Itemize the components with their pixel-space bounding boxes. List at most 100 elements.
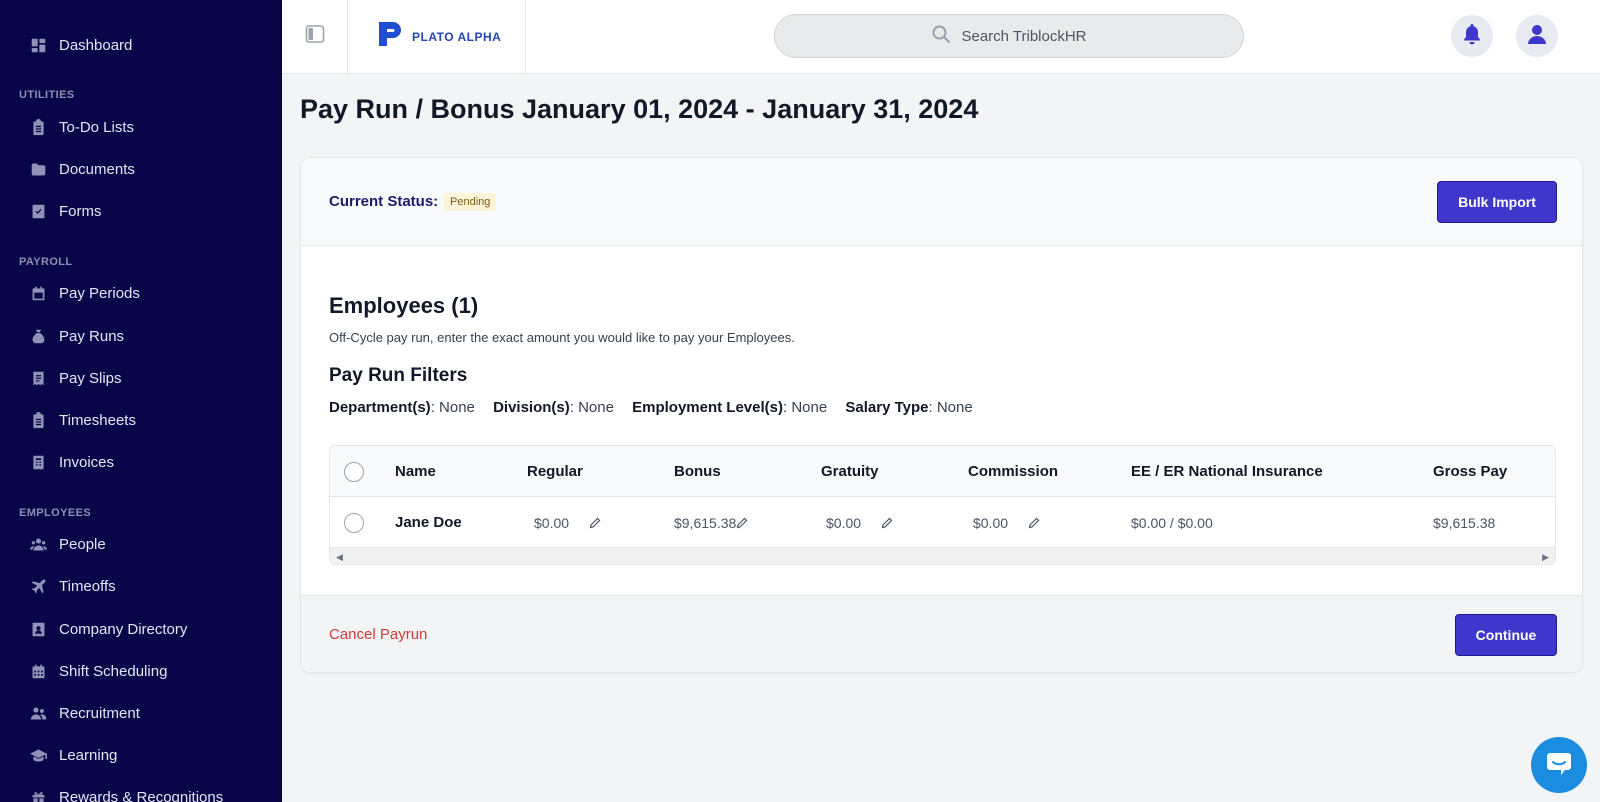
gift-icon	[28, 787, 48, 802]
people-icon	[28, 534, 48, 554]
bonus-cell: $9,615.38	[674, 497, 748, 548]
filters-title: Pay Run Filters	[329, 365, 468, 386]
section-heading-utilities: UTILITIES	[19, 89, 75, 101]
contact-book-icon	[28, 619, 48, 639]
invoice-icon	[28, 452, 48, 472]
sidebar-item-recruitment[interactable]: Recruitment	[0, 696, 282, 730]
employees-title: Employees (1)	[329, 293, 479, 318]
column-header-name: Name	[395, 463, 436, 480]
calendar-icon	[28, 283, 48, 303]
user-icon	[1526, 23, 1548, 50]
column-header-bonus: Bonus	[674, 463, 721, 480]
dashboard-icon	[28, 35, 48, 55]
edit-gratuity-icon[interactable]	[881, 517, 893, 529]
filter-division: Division(s): None	[493, 399, 614, 416]
sidebar-item-label: People	[59, 535, 106, 553]
row-select-checkbox[interactable]	[344, 497, 364, 548]
card-footer: Cancel Payrun Continue	[301, 595, 1582, 672]
employee-name: Jane Doe	[395, 514, 462, 531]
sidebar: Dashboard UTILITIES To-Do Lists Document…	[0, 0, 282, 802]
sidebar-item-label: Documents	[59, 160, 135, 178]
sidebar-item-label: Company Directory	[59, 620, 188, 638]
sidebar-item-timeoffs[interactable]: Timeoffs	[0, 569, 282, 603]
top-bar: PLATO ALPHA Search TriblockHR	[282, 0, 1600, 74]
sidebar-item-label: Pay Periods	[59, 284, 140, 302]
sidebar-item-label: Learning	[59, 746, 118, 764]
chat-bubble-icon	[1544, 748, 1574, 783]
sidebar-item-pay-periods[interactable]: Pay Periods	[0, 276, 282, 310]
column-header-national-insurance: EE / ER National Insurance	[1131, 463, 1323, 480]
bell-icon	[1462, 23, 1482, 50]
scroll-right-icon[interactable]: ▶	[1542, 552, 1549, 563]
edit-bonus-icon[interactable]	[736, 517, 748, 529]
sidebar-item-company-directory[interactable]: Company Directory	[0, 612, 282, 646]
regular-value: $0.00	[534, 514, 570, 531]
user-menu-button[interactable]	[1516, 15, 1558, 57]
sidebar-item-label: Invoices	[59, 453, 115, 471]
sidebar-item-documents[interactable]: Documents	[0, 152, 282, 186]
sidebar-toggle-icon	[305, 24, 325, 49]
sidebar-item-people[interactable]: People	[0, 527, 282, 561]
gratuity-cell: $0.00	[826, 497, 893, 548]
sidebar-item-label: Pay Slips	[59, 369, 122, 387]
sidebar-item-rewards[interactable]: Rewards & Recognitions	[0, 780, 282, 802]
sidebar-item-label: Recruitment	[59, 704, 140, 722]
sidebar-item-forms[interactable]: Forms	[0, 194, 282, 228]
horizontal-scrollbar[interactable]: ◀ ▶	[330, 547, 1555, 564]
receipt-icon	[28, 368, 48, 388]
column-header-regular: Regular	[527, 463, 583, 480]
plane-icon	[28, 576, 48, 596]
plato-logo-icon	[376, 19, 408, 54]
sidebar-item-label: Timesheets	[59, 411, 136, 429]
edit-commission-icon[interactable]	[1028, 517, 1040, 529]
sidebar-item-label: Rewards & Recognitions	[59, 788, 224, 802]
sidebar-item-label: Pay Runs	[59, 327, 125, 345]
filter-salary-type: Salary Type: None	[845, 399, 973, 416]
money-bag-icon	[28, 326, 48, 346]
search-input[interactable]: Search TriblockHR	[774, 14, 1244, 58]
table-row: Jane Doe $0.00 $9,615.38 $0.00 $0.00 $0.…	[330, 497, 1555, 548]
section-heading-employees: EMPLOYEES	[19, 507, 92, 519]
column-header-commission: Commission	[968, 463, 1059, 480]
filter-department: Department(s): None	[329, 399, 475, 416]
employees-table: Name Regular Bonus Gratuity Commission E…	[329, 445, 1556, 565]
filter-employment-level: Employment Level(s): None	[632, 399, 828, 416]
form-check-icon	[28, 201, 48, 221]
sidebar-item-pay-slips[interactable]: Pay Slips	[0, 361, 282, 395]
chat-widget-button[interactable]	[1531, 737, 1587, 793]
status-label: Current Status:	[329, 193, 439, 210]
select-all-checkbox[interactable]	[344, 446, 364, 497]
scroll-left-icon[interactable]: ◀	[336, 552, 343, 563]
sidebar-item-todo-lists[interactable]: To-Do Lists	[0, 110, 282, 144]
users-plus-icon	[28, 703, 48, 723]
commission-value: $0.00	[973, 514, 1009, 531]
sidebar-item-learning[interactable]: Learning	[0, 738, 282, 772]
filters-summary: Department(s): None Division(s): None Em…	[329, 399, 987, 416]
sidebar-item-shift-scheduling[interactable]: Shift Scheduling	[0, 654, 282, 688]
notifications-button[interactable]	[1451, 15, 1493, 57]
employees-description: Off-Cycle pay run, enter the exact amoun…	[329, 330, 795, 345]
clipboard-list-icon	[28, 410, 48, 430]
sidebar-toggle-button[interactable]	[282, 0, 348, 73]
brand-name: PLATO ALPHA	[412, 29, 502, 44]
sidebar-item-label: Shift Scheduling	[59, 662, 168, 680]
edit-regular-icon[interactable]	[589, 517, 601, 529]
sidebar-item-pay-runs[interactable]: Pay Runs	[0, 319, 282, 353]
sidebar-item-label: To-Do Lists	[59, 118, 135, 136]
bonus-value: $9,615.38	[674, 514, 737, 531]
status-badge: Pending	[444, 193, 497, 211]
cancel-payrun-link[interactable]: Cancel Payrun	[329, 626, 427, 643]
calendar-grid-icon	[28, 661, 48, 681]
gross-pay-value: $9,615.38	[1433, 514, 1496, 531]
regular-cell: $0.00	[534, 497, 601, 548]
continue-button[interactable]: Continue	[1455, 614, 1557, 656]
bulk-import-button[interactable]: Bulk Import	[1437, 181, 1557, 223]
sidebar-item-timesheets[interactable]: Timesheets	[0, 403, 282, 437]
sidebar-item-invoices[interactable]: Invoices	[0, 445, 282, 479]
gratuity-value: $0.00	[826, 514, 862, 531]
brand-logo[interactable]: PLATO ALPHA	[348, 0, 526, 73]
sidebar-item-dashboard[interactable]: Dashboard	[0, 28, 282, 62]
folder-icon	[28, 159, 48, 179]
national-insurance-value: $0.00 / $0.00	[1131, 514, 1213, 531]
table-header: Name Regular Bonus Gratuity Commission E…	[330, 446, 1555, 497]
